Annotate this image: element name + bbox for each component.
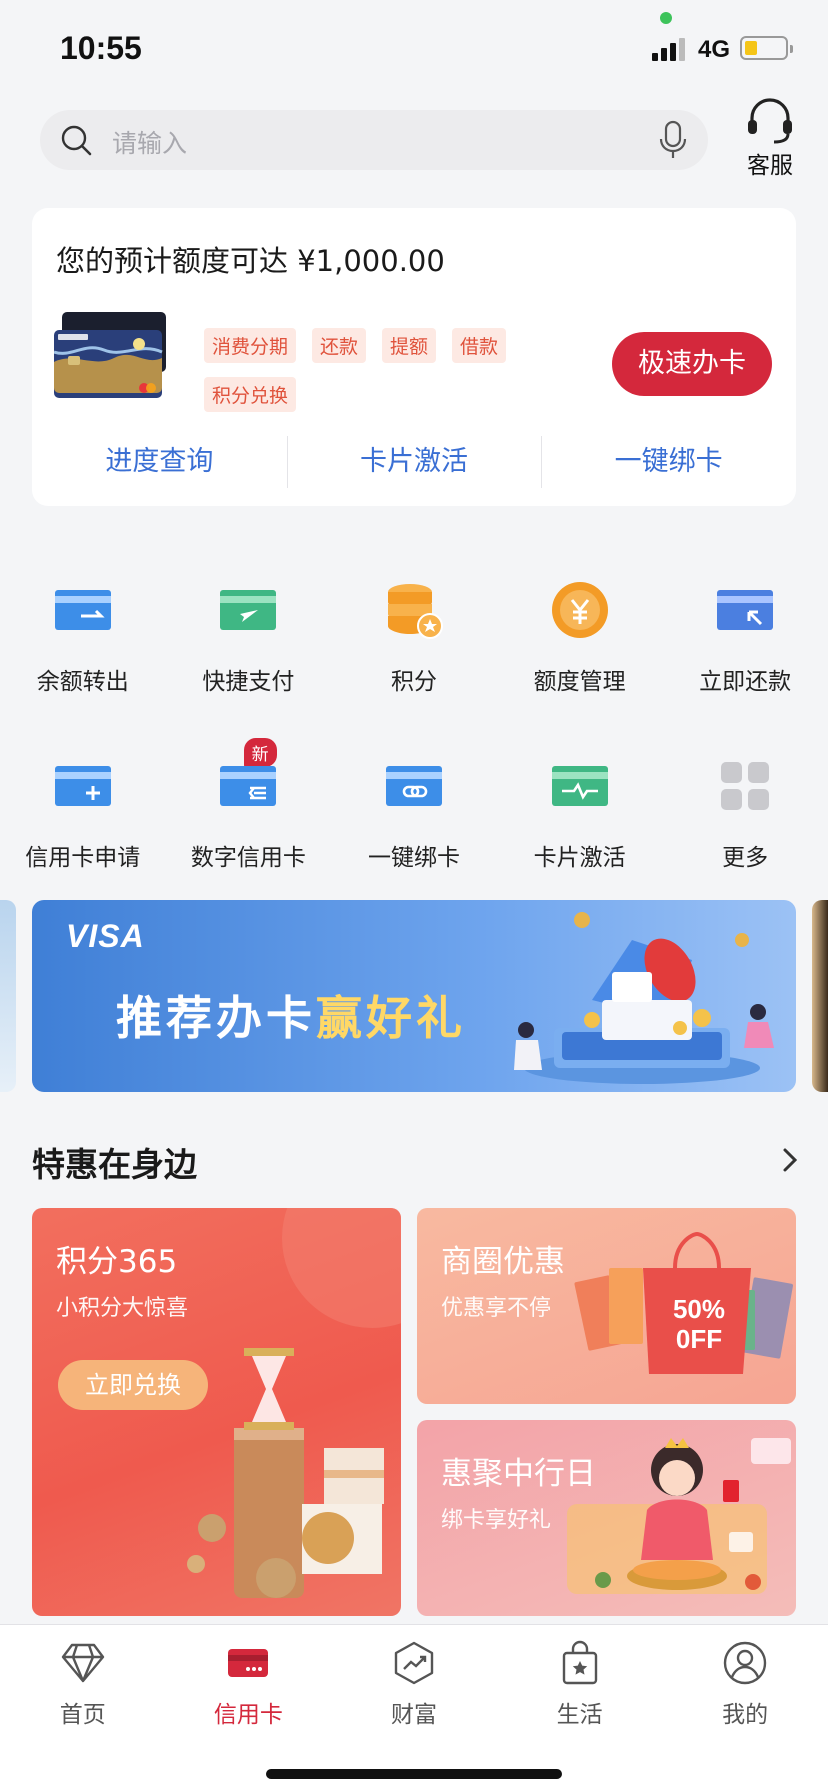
banner-slogan-highlight: 赢好礼 [316, 991, 466, 1045]
link-bind-card[interactable]: 一键绑卡 [541, 434, 796, 498]
link-card-activation[interactable]: 卡片激活 [286, 434, 542, 498]
quick-pay-card-icon [220, 590, 277, 630]
sale-percent-label: 50% 0FF [667, 1294, 731, 1354]
promo-banner[interactable]: VISA 推荐办卡赢好礼 [32, 900, 796, 1092]
cellular-signal-icon [652, 38, 685, 61]
tab-credit-card[interactable]: 信用卡 [166, 1639, 332, 1729]
quick-action-grid: 余额转出 快捷支付 积分 额度管理 立即还款 信用卡申请 新 数字信用卡 一键绑… [0, 580, 828, 932]
tab-label: 我的 [722, 1702, 769, 1728]
repay-card-icon [717, 590, 774, 630]
action-label: 余额转出 [36, 669, 129, 695]
tab-mine[interactable]: 我的 [662, 1639, 828, 1729]
tag-points-exchange[interactable]: 积分兑换 [204, 377, 297, 412]
redeem-now-button[interactable]: 立即兑换 [58, 1360, 208, 1410]
gift-box-illustration [514, 912, 774, 1084]
customer-service-label: 客服 [747, 153, 793, 179]
sale-percent-line: 50% [672, 1294, 726, 1324]
action-label: 更多 [722, 845, 769, 871]
sale-off-line: 0FF [675, 1324, 723, 1354]
bottom-tab-bar: 首页 信用卡 财富 生活 我的 [0, 1624, 828, 1792]
microphone-icon[interactable] [658, 120, 688, 160]
action-label: 数字信用卡 [190, 845, 306, 871]
activate-card-pulse-icon [551, 766, 608, 806]
promo-boc-day[interactable]: 惠聚中行日 绑卡享好礼 [417, 1420, 796, 1616]
section-title: 特惠在身边 [32, 1145, 197, 1184]
search-input[interactable]: 请输入 [112, 124, 187, 160]
banner-slogan-main: 推荐办卡 [116, 991, 316, 1045]
tag-repayment[interactable]: 还款 [312, 328, 367, 363]
credit-card-image [54, 312, 166, 398]
search-bar[interactable]: 请输入 [40, 110, 708, 170]
action-label: 额度管理 [533, 669, 626, 695]
tab-home[interactable]: 首页 [0, 1639, 166, 1729]
action-label: 立即还款 [699, 669, 792, 695]
action-points[interactable]: 积分 [331, 580, 497, 756]
card-apply-plus-icon [54, 766, 111, 806]
tab-label: 信用卡 [213, 1702, 283, 1728]
credit-card-icon [228, 1649, 269, 1677]
network-type: 4G [698, 36, 731, 63]
fast-apply-button[interactable]: 极速办卡 [612, 332, 772, 396]
tab-label: 生活 [556, 1702, 603, 1728]
promo-subtitle: 绑卡享好礼 [441, 1508, 552, 1533]
more-grid-icon [721, 762, 770, 810]
home-indicator[interactable] [266, 1769, 562, 1779]
link-progress-query[interactable]: 进度查询 [32, 434, 287, 498]
promo-title: 惠聚中行日 [441, 1456, 596, 1492]
carousel-next-slide[interactable] [812, 900, 828, 1092]
quota-title: 您的预计额度可达 ¥1,000.00 [56, 244, 445, 278]
visa-logo: VISA [66, 918, 145, 954]
status-time: 10:55 [60, 30, 142, 66]
carousel-prev-slide[interactable] [0, 900, 16, 1092]
tab-life[interactable]: 生活 [497, 1639, 663, 1729]
customer-service-button[interactable]: 客服 [740, 94, 800, 180]
privacy-indicator-dot [660, 12, 672, 24]
balance-transfer-card-icon [54, 590, 111, 630]
wealth-trend-icon [394, 1641, 434, 1685]
headset-icon [748, 98, 792, 144]
action-label: 信用卡申请 [25, 845, 141, 871]
user-profile-icon [723, 1641, 767, 1685]
limit-yen-icon [551, 582, 608, 638]
status-bar: 10:55 4G [0, 0, 828, 96]
action-limit-management[interactable]: 额度管理 [497, 580, 663, 756]
promo-subtitle: 小积分大惊喜 [56, 1296, 189, 1321]
tag-raise-limit[interactable]: 提额 [382, 328, 437, 363]
digital-card-icon [220, 766, 277, 806]
credit-quota-card: 您的预计额度可达 ¥1,000.00 消费分期 还款 提额 借款 积分兑换 极速… [32, 208, 796, 506]
action-label: 快捷支付 [202, 669, 295, 695]
action-balance-transfer[interactable]: 余额转出 [0, 580, 166, 756]
chevron-right-icon[interactable] [776, 1144, 804, 1176]
feature-tags: 消费分期 还款 提额 借款 积分兑换 [204, 328, 534, 412]
quick-action-row: 余额转出 快捷支付 积分 额度管理 立即还款 [0, 580, 828, 756]
tag-loan[interactable]: 借款 [452, 328, 507, 363]
tag-installment[interactable]: 消费分期 [204, 328, 297, 363]
tab-label: 财富 [390, 1702, 437, 1728]
promo-subtitle: 优惠享不停 [441, 1296, 552, 1321]
action-label: 卡片激活 [533, 845, 626, 871]
search-icon [61, 125, 92, 156]
tab-wealth[interactable]: 财富 [331, 1639, 497, 1729]
promo-title: 商圈优惠 [441, 1244, 565, 1280]
points-coins-icon [387, 584, 443, 639]
shopping-bag-star-icon [562, 1640, 597, 1685]
promo-business-district[interactable]: 商圈优惠 优惠享不停 50% 0FF [417, 1208, 796, 1404]
action-quick-pay[interactable]: 快捷支付 [166, 580, 332, 756]
banner-slogan: 推荐办卡赢好礼 [116, 982, 466, 1048]
battery-icon [740, 36, 793, 60]
diamond-icon [61, 1643, 104, 1683]
promo-points-365[interactable]: 积分365 小积分大惊喜 立即兑换 [32, 1208, 401, 1616]
promo-title: 积分365 [56, 1244, 178, 1280]
action-label: 一键绑卡 [367, 845, 460, 871]
action-repay-now[interactable]: 立即还款 [662, 580, 828, 756]
action-label: 积分 [390, 669, 437, 695]
tab-label: 首页 [59, 1702, 106, 1728]
bind-card-link-icon [385, 766, 442, 806]
card-quick-links: 进度查询 卡片激活 一键绑卡 [32, 434, 796, 498]
